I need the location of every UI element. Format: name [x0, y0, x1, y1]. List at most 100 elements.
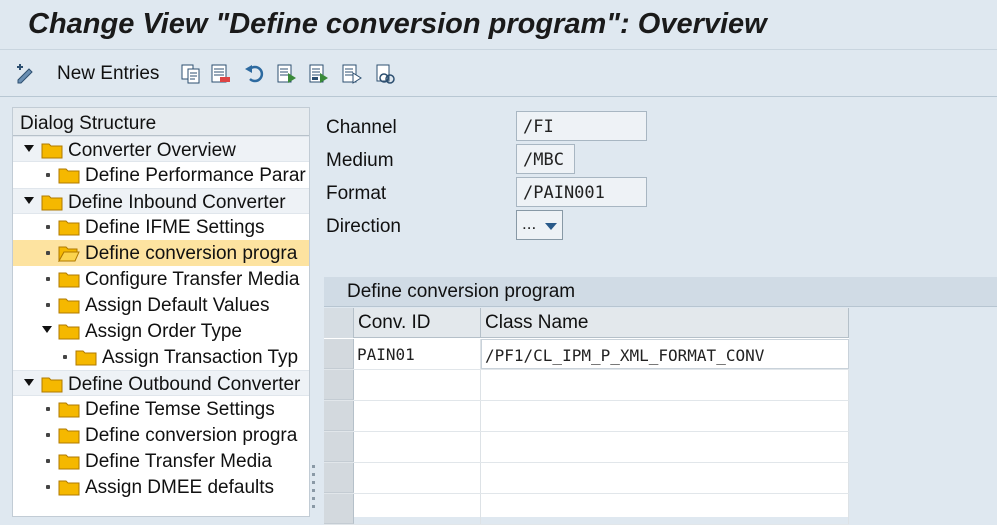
- table-row: PAIN01 /PF1/CL_IPM_P_XML_FORMAT_CONV: [324, 339, 849, 370]
- tree-node-define-temse-settings[interactable]: Define Temse Settings: [13, 396, 309, 422]
- row-selector[interactable]: [324, 494, 354, 524]
- tree-node-define-outbound-converter[interactable]: Define Outbound Converter: [13, 370, 309, 396]
- folder-icon: [58, 324, 80, 340]
- copy-icon[interactable]: [180, 63, 202, 85]
- bullet-icon: [46, 303, 50, 307]
- delete-icon[interactable]: [210, 63, 232, 85]
- dialog-structure-panel: Dialog Structure Converter Overview Defi…: [12, 107, 310, 517]
- tree-node-label: Assign Transaction Typ: [102, 347, 299, 368]
- folder-icon: [58, 220, 80, 236]
- table-row: [324, 401, 849, 432]
- conversion-program-table: Define conversion program Conv. ID Class…: [324, 277, 997, 525]
- undo-icon[interactable]: [244, 63, 266, 85]
- row-selector[interactable]: [324, 370, 354, 400]
- table-empty-area: [849, 308, 997, 517]
- detail-area: Channel /FI Medium /MBC Format /PAIN001 …: [316, 98, 997, 525]
- folder-icon: [58, 480, 80, 496]
- row-selector[interactable]: [324, 432, 354, 462]
- tree-node-define-inbound-converter[interactable]: Define Inbound Converter: [13, 188, 309, 214]
- tree-node-define-conversion-program-outbound[interactable]: Define conversion progra: [13, 422, 309, 448]
- conv-id-cell[interactable]: [354, 494, 481, 524]
- table-grid: Conv. ID Class Name PAIN01 /PF1/CL_IPM_P…: [324, 308, 849, 525]
- conv-id-cell[interactable]: [354, 432, 481, 462]
- config-icon[interactable]: [374, 63, 396, 85]
- folder-icon: [41, 377, 63, 393]
- title-bar: Change View "Define conversion program":…: [0, 0, 997, 50]
- conv-id-cell[interactable]: [354, 370, 481, 400]
- select-block-icon[interactable]: [308, 63, 330, 85]
- display-change-icon[interactable]: [15, 63, 37, 85]
- direction-value: ...: [522, 214, 537, 233]
- tree-node-assign-default-values[interactable]: Assign Default Values: [13, 292, 309, 318]
- class-name-cell[interactable]: [481, 463, 849, 493]
- table-row: [324, 463, 849, 494]
- row-selector[interactable]: [324, 463, 354, 493]
- tree-node-converter-overview[interactable]: Converter Overview: [13, 136, 309, 162]
- folder-icon: [58, 298, 80, 314]
- class-name-cell[interactable]: [481, 432, 849, 462]
- folder-icon: [58, 402, 80, 418]
- chevron-down-icon[interactable]: [545, 223, 557, 230]
- folder-icon: [41, 143, 63, 159]
- bullet-icon: [46, 485, 50, 489]
- expand-arrow-icon[interactable]: [24, 197, 34, 204]
- new-entries-button[interactable]: New Entries: [57, 63, 159, 85]
- bullet-icon: [46, 459, 50, 463]
- folder-icon: [75, 350, 97, 366]
- format-field[interactable]: /PAIN001: [516, 177, 647, 207]
- tree-node-label: Configure Transfer Media: [85, 269, 300, 290]
- select-all-rows-button[interactable]: [324, 308, 354, 338]
- channel-field[interactable]: /FI: [516, 111, 647, 141]
- tree-node-label: Define Transfer Media: [85, 451, 272, 472]
- tree-node-label: Assign DMEE defaults: [85, 477, 275, 498]
- class-name-cell[interactable]: [481, 494, 849, 524]
- direction-label: Direction: [326, 216, 401, 237]
- table-header-row: Conv. ID Class Name: [324, 308, 849, 338]
- direction-dropdown[interactable]: ...: [516, 210, 563, 240]
- tree-node-define-transfer-media[interactable]: Define Transfer Media: [13, 448, 309, 474]
- class-name-cell[interactable]: /PF1/CL_IPM_P_XML_FORMAT_CONV: [481, 339, 849, 369]
- tree-node-define-performance[interactable]: Define Performance Parar: [13, 162, 309, 188]
- expand-arrow-icon[interactable]: [24, 145, 34, 152]
- expand-arrow-icon[interactable]: [24, 379, 34, 386]
- folder-icon: [41, 195, 63, 211]
- bullet-icon: [46, 277, 50, 281]
- folder-icon: [58, 272, 80, 288]
- medium-field[interactable]: /MBC: [516, 144, 575, 174]
- tree-node-label: Define IFME Settings: [85, 217, 265, 238]
- medium-label: Medium: [326, 150, 394, 171]
- conv-id-cell[interactable]: [354, 401, 481, 431]
- tree-node-label: Define conversion progra: [85, 243, 298, 264]
- expand-arrow-icon[interactable]: [42, 326, 52, 333]
- tree-node-label: Converter Overview: [68, 140, 236, 161]
- table-row: [324, 370, 849, 401]
- class-name-cell[interactable]: [481, 401, 849, 431]
- class-name-cell[interactable]: [481, 370, 849, 400]
- tree-node-label: Define Inbound Converter: [68, 192, 286, 213]
- tree-node-assign-dmee-defaults[interactable]: Assign DMEE defaults: [13, 474, 309, 500]
- bullet-icon: [46, 225, 50, 229]
- folder-icon: [58, 168, 80, 184]
- application-toolbar: New Entries: [0, 51, 997, 97]
- table-row: [324, 432, 849, 463]
- conv-id-cell[interactable]: [354, 463, 481, 493]
- tree-node-configure-transfer-media[interactable]: Configure Transfer Media: [13, 266, 309, 292]
- conv-id-cell[interactable]: PAIN01: [354, 339, 481, 369]
- tree-node-define-conversion-program-inbound[interactable]: Define conversion progra: [13, 240, 309, 266]
- column-header-conv-id[interactable]: Conv. ID: [354, 308, 481, 338]
- column-header-class-name[interactable]: Class Name: [481, 308, 849, 338]
- tree-node-label: Define conversion progra: [85, 425, 298, 446]
- page-title: Change View "Define conversion program":…: [28, 8, 767, 40]
- folder-icon: [58, 454, 80, 470]
- bullet-icon: [46, 433, 50, 437]
- tree-node-assign-transaction-type[interactable]: Assign Transaction Typ: [13, 344, 309, 370]
- select-all-icon[interactable]: [276, 63, 298, 85]
- row-selector[interactable]: [324, 401, 354, 431]
- deselect-all-icon[interactable]: [341, 63, 363, 85]
- table-title: Define conversion program: [324, 277, 997, 307]
- tree-node-assign-order-type[interactable]: Assign Order Type: [13, 318, 309, 344]
- tree-node-define-ifme-settings[interactable]: Define IFME Settings: [13, 214, 309, 240]
- tree-node-label: Define Temse Settings: [85, 399, 275, 420]
- row-selector[interactable]: [324, 339, 354, 369]
- dialog-structure-header: Dialog Structure: [13, 108, 309, 136]
